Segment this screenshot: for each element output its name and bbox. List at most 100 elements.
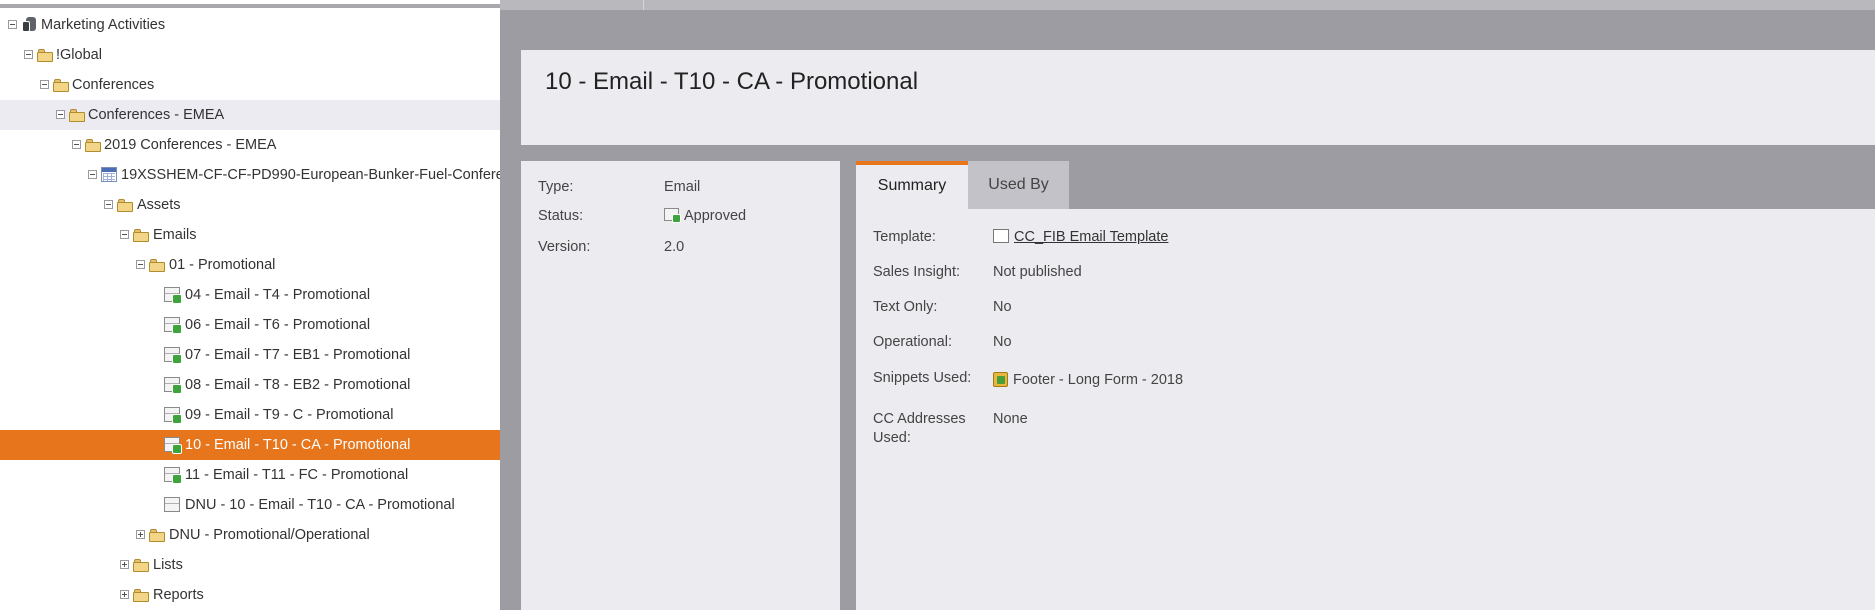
summary-label: Text Only: [873,299,938,315]
draft-email-icon [164,497,180,512]
tree-item-label: 09 - Email - T9 - C - Promotional [185,407,394,423]
tab-summary[interactable]: Summary [856,161,968,209]
tree-item-01-promotional[interactable]: 01 - Promotional [0,250,500,280]
folder-icon [133,587,149,602]
tree-item-conferences-emea[interactable]: Conferences - EMEA [0,100,500,130]
tree-item-email-07[interactable]: 07 - Email - T7 - EB1 - Promotional [0,340,500,370]
snippet-icon [993,372,1008,387]
tree-item-dnu-email-10[interactable]: DNU - 10 - Email - T10 - CA - Promotiona… [0,490,500,520]
summary-label: Snippets Used: [873,370,972,386]
tree-item-dnu-promotional-operational[interactable]: DNU - Promotional/Operational [0,520,500,550]
tree-item-label: Emails [153,227,197,243]
folder-icon [117,197,133,212]
program-calendar-icon [101,167,117,182]
approved-email-icon [164,467,182,484]
asset-title: 10 - Email - T10 - CA - Promotional [545,68,919,95]
status-value: Approved [664,208,746,224]
tree-top-divider [0,4,500,8]
approved-email-icon [164,377,182,394]
database-icon [22,17,38,32]
approved-email-icon [164,347,182,364]
summary-value: None [993,411,1028,427]
approved-email-icon [164,287,182,304]
status-text: Approved [684,208,747,224]
tree-item-email-04[interactable]: 04 - Email - T4 - Promotional [0,280,500,310]
tree-item-label: 10 - Email - T10 - CA - Promotional [185,437,411,453]
summary-value: Footer - Long Form - 2018 [993,371,1183,390]
snippet-name[interactable]: Footer - Long Form - 2018 [1013,372,1183,388]
folder-icon [133,557,149,572]
collapse-toggle-icon[interactable] [8,20,17,29]
collapse-toggle-icon[interactable] [120,230,129,239]
collapse-toggle-icon[interactable] [56,110,65,119]
folder-icon [85,137,101,152]
asset-properties-panel: Type: Email Status: Approved Version: 2.… [521,161,840,610]
summary-label: CC Addresses Used: [873,411,966,446]
folder-icon [53,77,69,92]
tree-item-label: 01 - Promotional [169,257,276,273]
collapse-toggle-icon[interactable] [72,140,81,149]
tree-item-lists[interactable]: Lists [0,550,500,580]
summary-value: No [993,299,1012,315]
tree-item-email-09[interactable]: 09 - Email - T9 - C - Promotional [0,400,500,430]
approved-email-icon [164,317,182,334]
tree-item-email-10-selected[interactable]: 10 - Email - T10 - CA - Promotional [0,430,500,460]
tree-item-label: Assets [137,197,181,213]
tab-used-by[interactable]: Used By [968,161,1069,209]
top-toolbar-strip [500,0,1875,10]
folder-icon [69,107,85,122]
collapse-toggle-icon[interactable] [40,80,49,89]
template-icon [993,229,1009,243]
folder-icon [149,527,165,542]
folder-icon [37,47,53,62]
tree-item-marketing-activities[interactable]: Marketing Activities [0,10,500,40]
tree-item-email-11[interactable]: 11 - Email - T11 - FC - Promotional [0,460,500,490]
tree-item-reports[interactable]: Reports [0,580,500,610]
tree-item-label: Conferences [72,77,155,93]
summary-value: Not published [993,264,1082,280]
summary-value: No [993,334,1012,350]
tree-item-email-06[interactable]: 06 - Email - T6 - Promotional [0,310,500,340]
collapse-toggle-icon[interactable] [24,50,33,59]
summary-label: Operational: [873,334,952,350]
marketing-activities-tree: Marketing Activities !Global Conferences… [0,0,500,610]
tree-item-label: 11 - Email - T11 - FC - Promotional [185,467,409,483]
expand-toggle-icon[interactable] [120,560,129,569]
tree-item-emails[interactable]: Emails [0,220,500,250]
tree-item-conferences[interactable]: Conferences [0,70,500,100]
tree-item-program[interactable]: 19XSSHEM-CF-CF-PD990-European-Bunker-Fue… [0,160,500,190]
tree-item-assets[interactable]: Assets [0,190,500,220]
property-label: Type: [538,179,574,195]
collapse-toggle-icon[interactable] [104,200,113,209]
collapse-toggle-icon[interactable] [136,260,145,269]
summary-label: Sales Insight: [873,264,961,280]
property-value: Email [664,179,701,195]
tree-item-label: 2019 Conferences - EMEA [104,137,277,153]
template-link[interactable]: CC_FIB Email Template [1014,229,1168,245]
tabs-bar: Summary Used By [856,161,1875,209]
approved-email-icon [164,407,182,424]
tree-item-label: 06 - Email - T6 - Promotional [185,317,371,333]
tree-item-label: 07 - Email - T7 - EB1 - Promotional [185,347,411,363]
toolbar-divider [643,0,644,10]
expand-toggle-icon[interactable] [120,590,129,599]
tree-item-label: Reports [153,587,204,603]
property-label: Status: [538,208,584,224]
tree-item-label: DNU - 10 - Email - T10 - CA - Promotiona… [185,497,455,513]
tree-item-label: 04 - Email - T4 - Promotional [185,287,371,303]
folder-icon [133,227,149,242]
tree-item-email-08[interactable]: 08 - Email - T8 - EB2 - Promotional [0,370,500,400]
property-value: 2.0 [664,239,685,255]
tree-item-label: 19XSSHEM-CF-CF-PD990-European-Bunker-Fue… [121,167,500,183]
details-tabs-panel: Summary Used By Template: CC_FIB Email T… [856,161,1875,610]
tree-item-global[interactable]: !Global [0,40,500,70]
collapse-toggle-icon[interactable] [88,170,97,179]
approved-email-icon [164,437,182,454]
expand-toggle-icon[interactable] [136,530,145,539]
tree-item-label: Conferences - EMEA [88,107,225,123]
tree-item-2019-conferences-emea[interactable]: 2019 Conferences - EMEA [0,130,500,160]
asset-header: 10 - Email - T10 - CA - Promotional [521,50,1875,145]
property-label: Version: [538,239,591,255]
summary-label: Template: [873,229,936,245]
tree-item-label: Lists [153,557,183,573]
